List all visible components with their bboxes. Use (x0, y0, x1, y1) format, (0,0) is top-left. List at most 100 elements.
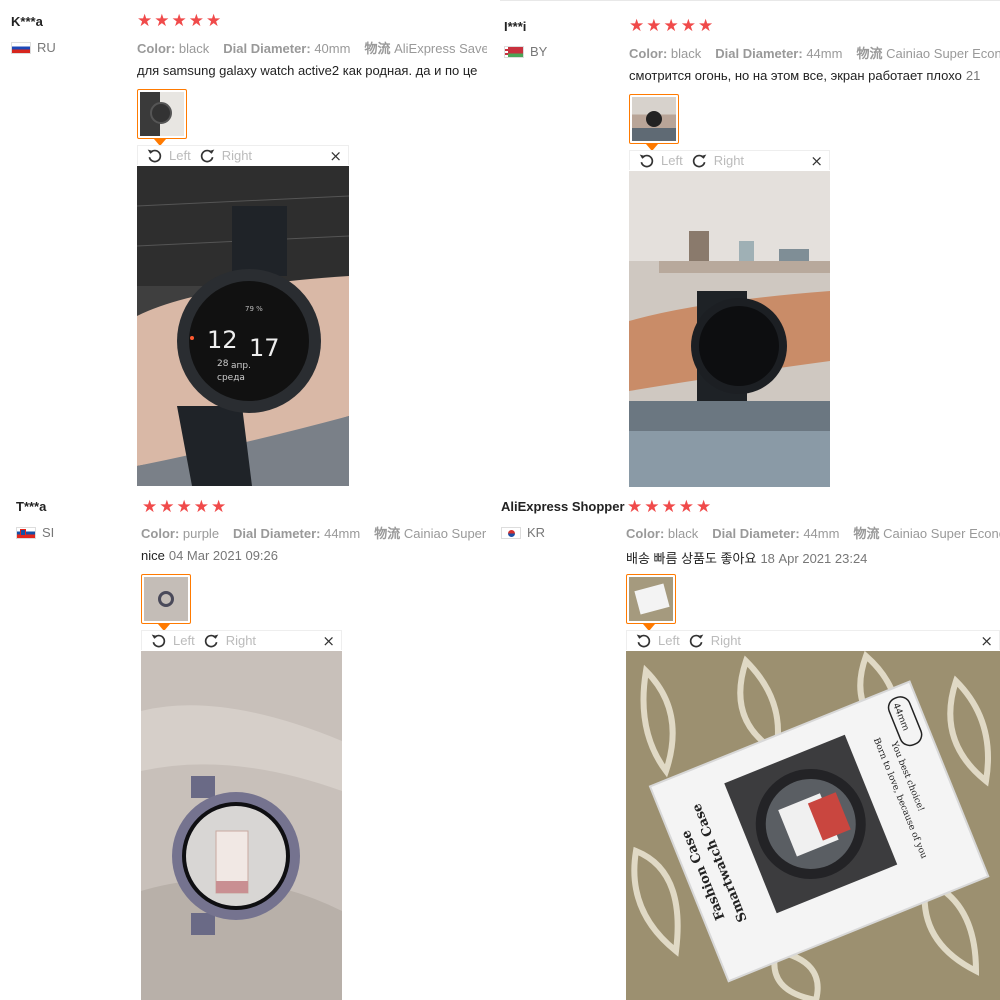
color-value: purple (182, 526, 220, 541)
review-card: T***a SI ★ ★ ★ ★ ★ Color: purple Dial Diamete… (0, 490, 500, 1000)
logistics-value: Cainiao Super Economy (886, 46, 1000, 61)
country-code: BY (530, 44, 548, 59)
star-icon: ★ (159, 497, 175, 517)
rotate-right-icon (200, 149, 214, 163)
star-icon: ★ (154, 11, 170, 31)
close-viewer-button[interactable]: × (810, 152, 823, 170)
watch-on-wrist-photo (629, 171, 830, 487)
reviewer-name: I***i (504, 19, 527, 34)
rotate-left-icon (639, 154, 654, 168)
review-card: K***a RU ★ ★ ★ ★ ★ Color: black Dial Diameter… (0, 0, 500, 490)
review-body: для samsung galaxy watch active2 как род… (137, 63, 478, 78)
star-icon: ★ (188, 11, 204, 31)
watch-weekday: среда (217, 373, 245, 383)
country-code: SI (42, 525, 55, 540)
product-attributes: Color: black Dial Diameter: 44mm 物流 Cainia… (629, 43, 1000, 62)
logistics-label: 物流 (374, 526, 401, 541)
reviewer-country: KR (501, 525, 545, 540)
photo-thumbnail[interactable] (629, 94, 679, 151)
review-photo[interactable] (629, 171, 830, 487)
review-body: nice (141, 548, 165, 563)
review-text: смотрится огонь, но на этом все, экран р… (629, 68, 1000, 83)
star-icon: ★ (644, 497, 660, 517)
star-icon: ★ (696, 497, 712, 517)
color-label: Color: (137, 41, 176, 56)
review-body: 배송 빠름 상품도 좋아요 (626, 551, 757, 566)
logistics-value: AliExpress Saver Shipping (394, 41, 487, 56)
product-attributes: Color: black Dial Diameter: 40mm 物流 AliExp… (137, 38, 487, 57)
rotate-right-button[interactable]: Right (199, 147, 252, 164)
rotate-left-button[interactable]: Left (146, 147, 191, 164)
diameter-value: 44mm (806, 46, 843, 61)
color-label: Color: (626, 526, 665, 541)
watch-day: 28 (217, 359, 229, 369)
logistics-label: 物流 (364, 41, 391, 56)
reviewer-name: T***a (16, 499, 47, 514)
logistics-label: 物流 (853, 526, 880, 541)
rotate-right-button[interactable]: Right (691, 152, 744, 169)
rotate-right-label: Right (225, 633, 257, 648)
logistics-value: Cainiao Super Economy (403, 526, 488, 541)
star-icon: ★ (171, 11, 187, 31)
reviewer-country: SI (16, 525, 54, 540)
packaged-case-photo: Fashion Case Smartwatch Case Born to lov… (626, 651, 1000, 1000)
rotate-left-label: Left (173, 633, 195, 648)
rotate-right-icon (689, 634, 703, 648)
country-code: KR (527, 525, 546, 540)
diameter-value: 44mm (803, 526, 840, 541)
rotate-right-icon (204, 634, 218, 648)
color-label: Color: (629, 46, 668, 61)
rotate-right-button[interactable]: Right (203, 632, 256, 649)
rotate-left-button[interactable]: Left (638, 152, 683, 169)
rotate-left-icon (147, 149, 162, 163)
watch-hour: 12 (207, 326, 238, 354)
rotate-left-button[interactable]: Left (150, 632, 195, 649)
slovenia-flag-icon (16, 526, 36, 539)
korea-flag-icon (501, 526, 521, 539)
rotate-left-button[interactable]: Left (635, 632, 680, 649)
review-photo[interactable]: 12 17 79 % 28 апр. среда (137, 166, 349, 486)
photo-thumbnail[interactable] (626, 574, 676, 631)
diameter-label: Dial Diameter: (233, 526, 321, 541)
product-attributes: Color: purple Dial Diameter: 44mm 物流 Caini… (141, 523, 488, 542)
star-icon: ★ (698, 16, 714, 36)
review-card: I***i BY ★ ★ ★ ★ ★ Color: black Dial Diameter… (500, 0, 1000, 490)
star-rating: ★ ★ ★ ★ ★ (137, 13, 221, 30)
close-viewer-button[interactable]: × (980, 632, 993, 650)
photo-thumbnail[interactable] (137, 89, 187, 146)
photo-thumbnail[interactable] (141, 574, 191, 631)
rotate-left-label: Left (661, 153, 683, 168)
review-card: AliExpress Shopper KR ★ ★ ★ ★ ★ Color: black… (500, 490, 1000, 1000)
rotate-right-label: Right (713, 153, 745, 168)
rotate-left-label: Left (169, 148, 191, 163)
watch-minute: 17 (249, 334, 280, 362)
star-icon: ★ (206, 11, 222, 31)
rotate-left-icon (636, 634, 651, 648)
star-icon: ★ (627, 497, 643, 517)
review-photo[interactable]: Fashion Case Smartwatch Case Born to lov… (626, 651, 1000, 1000)
review-text: для samsung galaxy watch active2 как род… (137, 63, 487, 78)
logistics-value: Cainiao Super Economy (883, 526, 1000, 541)
product-attributes: Color: black Dial Diameter: 44mm 物流 Cainia… (626, 523, 1000, 542)
diameter-label: Dial Diameter: (223, 41, 311, 56)
rotate-right-label: Right (710, 633, 742, 648)
watch-month: апр. (231, 361, 251, 371)
review-photo[interactable] (141, 651, 342, 1000)
star-rating: ★ ★ ★ ★ ★ (629, 18, 713, 35)
star-icon: ★ (137, 11, 153, 31)
close-viewer-button[interactable]: × (322, 632, 335, 650)
reviewer-country: RU (11, 40, 56, 55)
star-icon: ★ (646, 16, 662, 36)
color-value: black (667, 526, 699, 541)
star-icon: ★ (629, 16, 645, 36)
review-text: 배송 빠름 상품도 좋아요 18 Apr 2021 23:24 (626, 548, 1000, 567)
review-date: 04 Mar 2021 09:26 (168, 548, 278, 563)
image-viewer-toolbar: Left Right × (626, 630, 1000, 650)
rotate-right-button[interactable]: Right (688, 632, 741, 649)
star-icon: ★ (176, 497, 192, 517)
close-viewer-button[interactable]: × (329, 147, 342, 165)
star-rating: ★ ★ ★ ★ ★ (627, 499, 711, 516)
star-icon: ★ (211, 497, 227, 517)
reviewer-name: AliExpress Shopper (501, 499, 625, 514)
purple-watch-case-photo (141, 651, 342, 1000)
